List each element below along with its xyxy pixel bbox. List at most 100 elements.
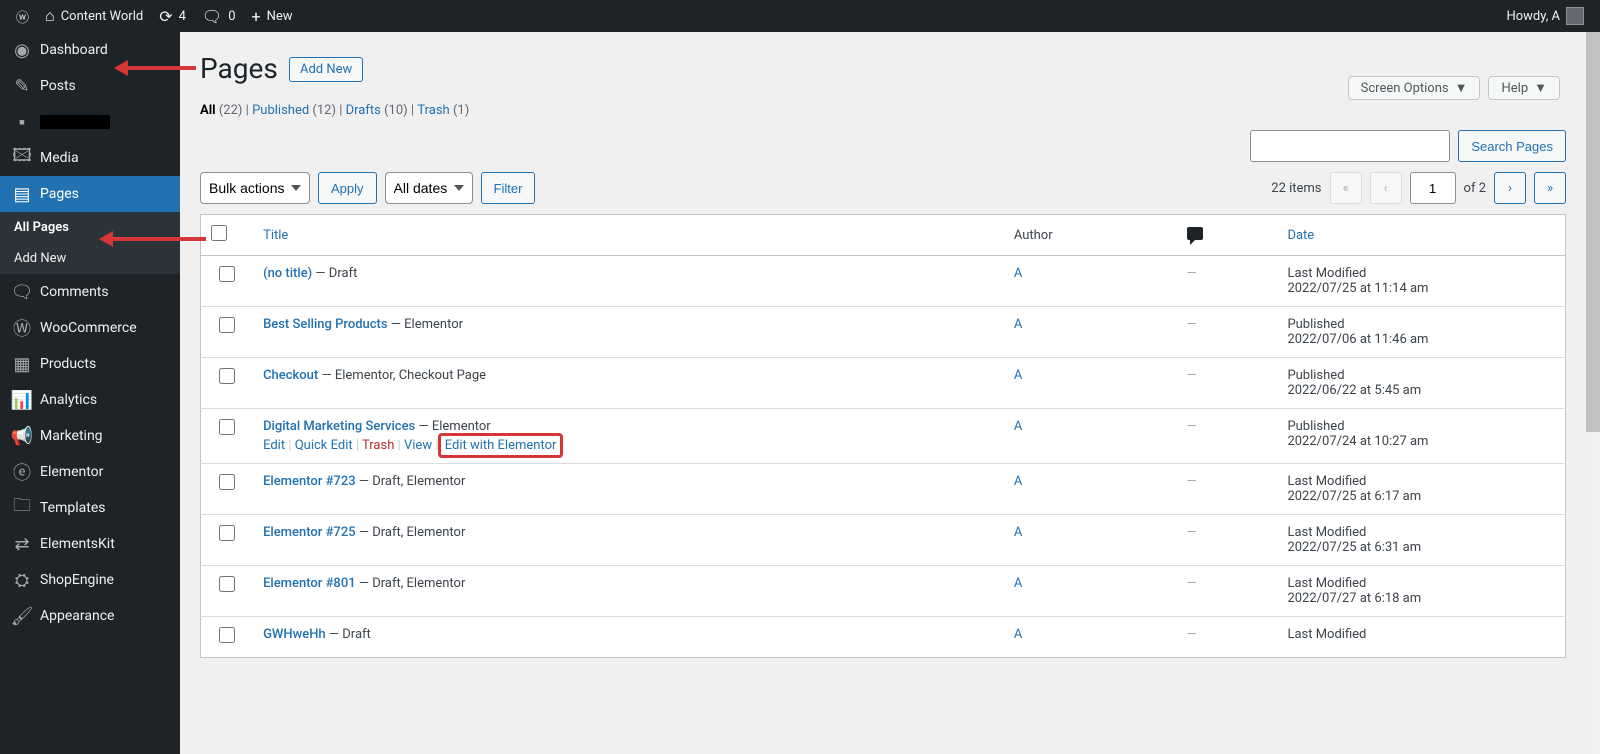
- wp-logo[interactable]: ⓦ: [8, 0, 37, 32]
- author-link[interactable]: A: [1014, 419, 1022, 434]
- author-link[interactable]: A: [1014, 576, 1022, 591]
- templates-icon: 🗀: [12, 498, 32, 518]
- sidebar-item-appearance[interactable]: 🖌Appearance: [0, 598, 180, 634]
- trash-link[interactable]: Trash: [362, 438, 394, 453]
- view-link[interactable]: View: [404, 438, 432, 453]
- prev-page-button: ‹: [1370, 172, 1402, 204]
- howdy-account[interactable]: Howdy, A: [1498, 0, 1592, 32]
- page-title-link[interactable]: Elementor #801: [263, 576, 356, 591]
- sidebar-item-elementskit[interactable]: ⇄ElementsKit: [0, 526, 180, 562]
- page-title-link[interactable]: Elementor #725: [263, 525, 356, 540]
- comments-count: —: [1187, 627, 1197, 642]
- pages-icon: ▤: [12, 184, 32, 204]
- author-link[interactable]: A: [1014, 525, 1022, 540]
- sidebar-item-marketing[interactable]: 📢Marketing: [0, 418, 180, 454]
- submenu-pages: All PagesAdd New: [0, 212, 180, 274]
- shopengine-icon: ⛭: [12, 570, 32, 590]
- chevron-down-icon: ▼: [1534, 80, 1547, 96]
- first-page-button: «: [1330, 172, 1362, 204]
- row-checkbox[interactable]: [219, 317, 235, 333]
- new-content-link[interactable]: +New: [244, 0, 301, 32]
- author-link[interactable]: A: [1014, 474, 1022, 489]
- filter-button[interactable]: Filter: [481, 172, 536, 204]
- comments-count: —: [1187, 576, 1197, 591]
- date-filter-select[interactable]: All dates: [385, 172, 473, 204]
- table-row: GWHweHh — DraftA—Last Modified: [201, 617, 1566, 658]
- filter-published[interactable]: Published: [252, 103, 309, 118]
- comments-icon: 🗨: [12, 282, 32, 302]
- edit-elementor-highlight: Edit with Elementor: [438, 433, 564, 458]
- add-new-button[interactable]: Add New: [289, 57, 363, 82]
- sidebar-item-pages[interactable]: ▤Pages: [0, 176, 180, 212]
- admin-bar: ⓦ ⌂Content World ⟳4 🗨0 +New Howdy, A: [0, 0, 1600, 32]
- submenu-item[interactable]: Add New: [0, 243, 180, 274]
- col-title[interactable]: Title: [263, 228, 288, 243]
- scrollbar-thumb[interactable]: [1586, 32, 1600, 432]
- sidebar-item-posts[interactable]: ✎Posts: [0, 68, 180, 104]
- appearance-icon: 🖌: [12, 606, 32, 626]
- sidebar-item-woocommerce[interactable]: ⓌWooCommerce: [0, 310, 180, 346]
- sidebar-item-redacted[interactable]: ▪: [0, 104, 180, 140]
- comment-icon: [1187, 227, 1203, 240]
- updates-link[interactable]: ⟳4: [151, 0, 194, 32]
- search-pages-button[interactable]: Search Pages: [1458, 130, 1566, 162]
- quick-edit-link[interactable]: Quick Edit: [295, 438, 353, 453]
- bulk-actions-select[interactable]: Bulk actions: [200, 172, 310, 204]
- content-area: Screen Options▼ Help▼ Pages Add New All …: [180, 32, 1586, 754]
- page-title-link[interactable]: GWHweHh: [263, 627, 326, 642]
- vertical-scrollbar[interactable]: [1586, 32, 1600, 754]
- search-input[interactable]: [1250, 130, 1450, 162]
- author-link[interactable]: A: [1014, 627, 1022, 642]
- plus-icon: +: [252, 7, 261, 26]
- site-name-link[interactable]: ⌂Content World: [37, 0, 151, 32]
- sidebar-item-comments[interactable]: 🗨Comments: [0, 274, 180, 310]
- row-checkbox[interactable]: [219, 627, 235, 643]
- row-checkbox[interactable]: [219, 576, 235, 592]
- col-comments: [1177, 215, 1278, 256]
- edit-elementor-link[interactable]: Edit with Elementor: [445, 438, 557, 453]
- page-title-link[interactable]: Elementor #723: [263, 474, 356, 489]
- row-checkbox[interactable]: [219, 419, 235, 435]
- row-checkbox[interactable]: [219, 525, 235, 541]
- screen-options-button[interactable]: Screen Options▼: [1348, 76, 1481, 100]
- sidebar-item-products[interactable]: ▦Products: [0, 346, 180, 382]
- elementor-icon: ⓔ: [12, 462, 32, 482]
- posts-icon: ✎: [12, 76, 32, 96]
- filter-trash[interactable]: Trash: [417, 103, 449, 118]
- author-link[interactable]: A: [1014, 317, 1022, 332]
- page-title-link[interactable]: Checkout: [263, 368, 318, 383]
- page-title-link[interactable]: (no title): [263, 266, 312, 281]
- select-all-checkbox[interactable]: [211, 225, 227, 241]
- edit-link[interactable]: Edit: [263, 438, 285, 453]
- next-page-button[interactable]: ›: [1494, 172, 1526, 204]
- comments-link[interactable]: 🗨0: [194, 0, 244, 32]
- page-title-link[interactable]: Digital Marketing Services: [263, 419, 415, 434]
- current-page-input[interactable]: [1410, 172, 1456, 204]
- row-checkbox[interactable]: [219, 368, 235, 384]
- sidebar-item-shopengine[interactable]: ⛭ShopEngine: [0, 562, 180, 598]
- comments-count: —: [1187, 525, 1197, 540]
- author-link[interactable]: A: [1014, 266, 1022, 281]
- table-row: Digital Marketing Services — ElementorEd…: [201, 409, 1566, 464]
- row-checkbox[interactable]: [219, 474, 235, 490]
- page-title: Pages: [200, 52, 278, 85]
- filter-drafts[interactable]: Drafts: [346, 103, 381, 118]
- author-link[interactable]: A: [1014, 368, 1022, 383]
- apply-button[interactable]: Apply: [318, 172, 377, 204]
- table-row: (no title) — DraftA—Last Modified2022/07…: [201, 256, 1566, 307]
- sidebar-item-analytics[interactable]: 📊Analytics: [0, 382, 180, 418]
- comments-count: —: [1187, 368, 1197, 383]
- redacted-icon: ▪: [12, 112, 32, 132]
- last-page-button[interactable]: »: [1534, 172, 1566, 204]
- row-checkbox[interactable]: [219, 266, 235, 282]
- sidebar-item-dashboard[interactable]: ◉Dashboard: [0, 32, 180, 68]
- col-date[interactable]: Date: [1287, 228, 1314, 243]
- page-title-link[interactable]: Best Selling Products: [263, 317, 388, 332]
- help-button[interactable]: Help▼: [1488, 76, 1560, 100]
- comments-count: —: [1187, 317, 1197, 332]
- sidebar-item-elementor[interactable]: ⓔElementor: [0, 454, 180, 490]
- sidebar-item-media[interactable]: 🖾Media: [0, 140, 180, 176]
- comments-count: —: [1187, 474, 1197, 489]
- sidebar-item-templates[interactable]: 🗀Templates: [0, 490, 180, 526]
- update-icon: ⟳: [159, 7, 172, 26]
